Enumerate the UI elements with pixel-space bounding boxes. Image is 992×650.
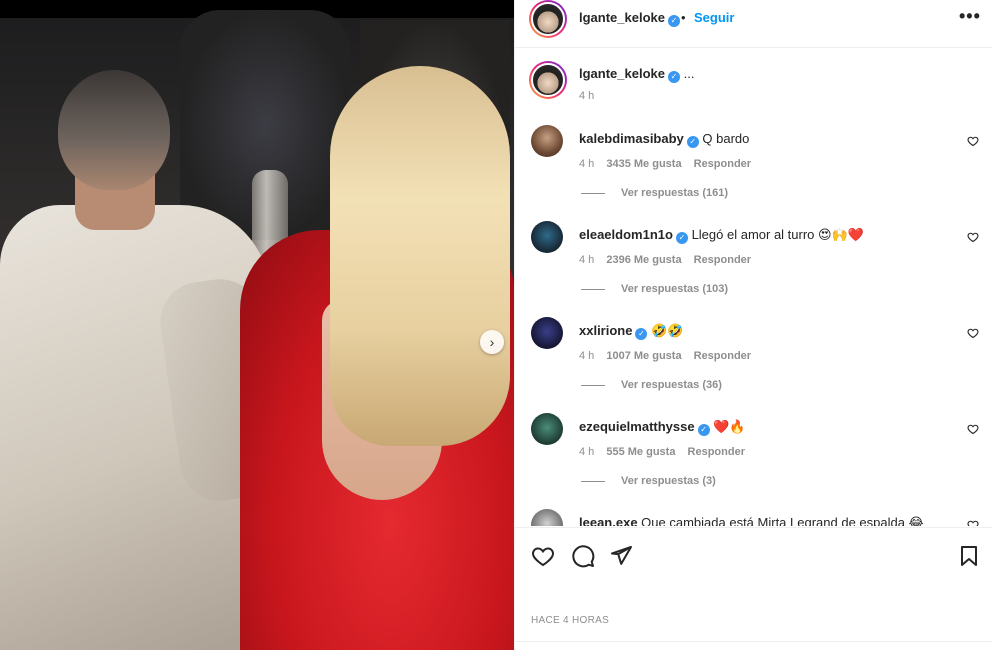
caption-text-row: lgante_keloke ✓ ... bbox=[579, 66, 694, 83]
share-icon[interactable] bbox=[609, 544, 633, 568]
verified-badge-icon: ✓ bbox=[668, 15, 680, 27]
reply-button[interactable]: Responder bbox=[688, 446, 745, 458]
author-username[interactable]: lgante_keloke bbox=[579, 10, 665, 25]
post-photo[interactable]: › bbox=[0, 0, 514, 650]
bookmark-icon[interactable] bbox=[957, 544, 981, 568]
caption-text: ... bbox=[683, 66, 695, 81]
commenter-username[interactable]: kalebdimasibaby bbox=[579, 131, 684, 146]
follow-button[interactable]: Seguir bbox=[694, 10, 734, 25]
commenter-username[interactable]: leean.exe bbox=[579, 515, 638, 526]
separator-dot: • bbox=[681, 10, 686, 25]
post-header: lgante_keloke ✓ • Seguir ••• bbox=[515, 0, 992, 48]
replies-divider bbox=[581, 192, 605, 194]
comment-time[interactable]: 4 h bbox=[579, 158, 594, 170]
reply-button[interactable]: Responder bbox=[694, 350, 751, 362]
heart-icon[interactable] bbox=[967, 519, 979, 526]
comment-likes[interactable]: 1007 Me gusta bbox=[606, 350, 681, 362]
comment-text: ❤️🔥 bbox=[713, 419, 746, 434]
author-avatar-image bbox=[531, 2, 565, 36]
commenter-avatar[interactable] bbox=[531, 509, 563, 526]
view-replies-label[interactable]: Ver respuestas (161) bbox=[621, 187, 728, 199]
comment-text: Q bardo bbox=[702, 131, 750, 146]
verified-badge-icon: ✓ bbox=[635, 328, 648, 340]
man-head bbox=[58, 70, 170, 190]
commenter-username[interactable]: ezequielmatthysse bbox=[579, 419, 695, 434]
comment-text: Que cambiada está Mirta Legrand de espal… bbox=[641, 515, 924, 526]
woman-blonde-hair bbox=[330, 66, 510, 446]
comment-likes[interactable]: 2396 Me gusta bbox=[606, 254, 681, 266]
comment-time[interactable]: 4 h bbox=[579, 446, 594, 458]
comment-text: Llegó el amor al turro 😍🙌❤️ bbox=[691, 227, 864, 242]
view-replies-label[interactable]: Ver respuestas (103) bbox=[621, 283, 728, 295]
chevron-right-icon[interactable]: › bbox=[480, 330, 504, 354]
replies-divider bbox=[581, 384, 605, 386]
comment-meta: 4 h 2396 Me gusta Responder bbox=[579, 254, 760, 266]
replies-divider bbox=[581, 480, 605, 482]
comment-text-row: eleaeldom1n1o ✓ Llegó el amor al turro 😍🙌… bbox=[579, 227, 864, 244]
comment-text-row: kalebdimasibaby ✓ Q bardo bbox=[579, 131, 749, 148]
commenter-avatar[interactable] bbox=[531, 413, 563, 445]
caption-username[interactable]: lgante_keloke bbox=[579, 66, 665, 81]
heart-icon[interactable] bbox=[967, 423, 979, 435]
comment-text-row: xxlirione ✓ 🤣🤣 bbox=[579, 323, 683, 340]
author-avatar[interactable] bbox=[529, 0, 567, 38]
view-replies-button[interactable]: Ver respuestas (3) bbox=[581, 475, 716, 487]
reply-button[interactable]: Responder bbox=[694, 254, 751, 266]
comment-text-row: leean.exe Que cambiada está Mirta Legran… bbox=[579, 515, 924, 526]
replies-divider bbox=[581, 288, 605, 290]
view-replies-label[interactable]: Ver respuestas (36) bbox=[621, 379, 722, 391]
heart-icon[interactable] bbox=[531, 544, 555, 568]
comment-likes[interactable]: 555 Me gusta bbox=[606, 446, 675, 458]
comment-icon[interactable] bbox=[571, 544, 595, 568]
verified-badge-icon: ✓ bbox=[697, 424, 710, 436]
comment-text-row: ezequielmatthysse ✓ ❤️🔥 bbox=[579, 419, 746, 436]
comment-meta: 4 h 3435 Me gusta Responder bbox=[579, 158, 760, 170]
author-username-row[interactable]: lgante_keloke ✓ bbox=[579, 10, 680, 27]
caption-avatar[interactable] bbox=[529, 61, 567, 99]
comment-time[interactable]: 4 h bbox=[579, 350, 594, 362]
commenter-username[interactable]: xxlirione bbox=[579, 323, 632, 338]
comment-meta: 4 h 555 Me gusta Responder bbox=[579, 446, 754, 458]
caption-meta: 4 h bbox=[579, 90, 603, 102]
commenter-avatar[interactable] bbox=[531, 317, 563, 349]
heart-icon[interactable] bbox=[967, 327, 979, 339]
view-replies-button[interactable]: Ver respuestas (103) bbox=[581, 283, 728, 295]
commenter-username[interactable]: eleaeldom1n1o bbox=[579, 227, 673, 242]
verified-badge-icon: ✓ bbox=[668, 71, 680, 83]
post-actions: HACE 4 HORAS bbox=[515, 527, 992, 649]
verified-badge-icon: ✓ bbox=[675, 232, 688, 244]
comments-list[interactable]: lgante_keloke ✓ ... 4 h kalebdimasibaby ✓ … bbox=[515, 49, 992, 526]
reply-button[interactable]: Responder bbox=[694, 158, 751, 170]
divider bbox=[515, 641, 992, 642]
heart-icon[interactable] bbox=[967, 135, 979, 147]
view-replies-label[interactable]: Ver respuestas (3) bbox=[621, 475, 716, 487]
heart-icon[interactable] bbox=[967, 231, 979, 243]
caption-avatar-image bbox=[531, 63, 565, 97]
post-side-panel: lgante_keloke ✓ • Seguir ••• lgante_kelok… bbox=[514, 0, 992, 650]
comment-likes[interactable]: 3435 Me gusta bbox=[606, 158, 681, 170]
comment-time[interactable]: 4 h bbox=[579, 254, 594, 266]
commenter-avatar[interactable] bbox=[531, 221, 563, 253]
post-time-ago[interactable]: HACE 4 HORAS bbox=[531, 615, 609, 626]
comment-text: 🤣🤣 bbox=[651, 323, 684, 338]
verified-badge-icon: ✓ bbox=[686, 136, 699, 148]
view-replies-button[interactable]: Ver respuestas (36) bbox=[581, 379, 722, 391]
more-options-icon[interactable]: ••• bbox=[959, 6, 981, 27]
commenter-avatar[interactable] bbox=[531, 125, 563, 157]
comment-meta: 4 h 1007 Me gusta Responder bbox=[579, 350, 760, 362]
view-replies-button[interactable]: Ver respuestas (161) bbox=[581, 187, 728, 199]
caption-time[interactable]: 4 h bbox=[579, 90, 594, 102]
